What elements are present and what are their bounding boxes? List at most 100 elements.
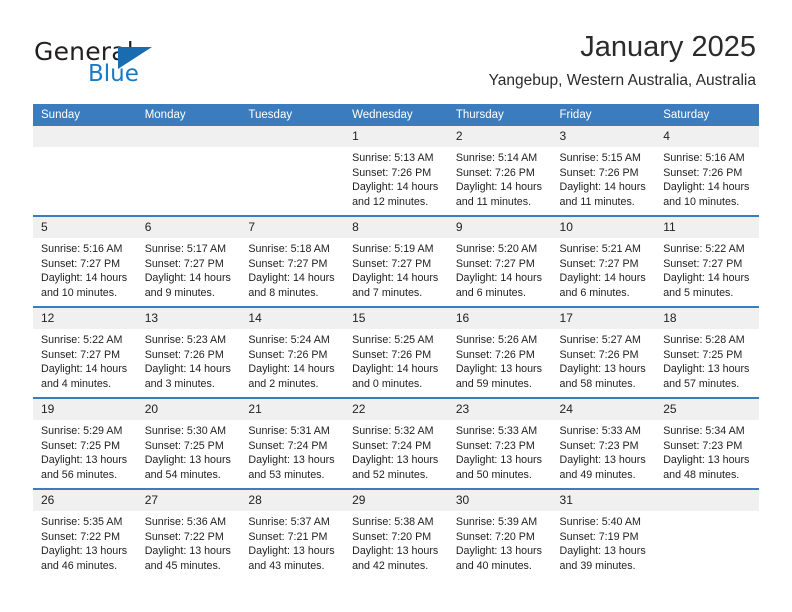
calendar-cell-day-7[interactable]: 7 Sunrise: 5:18 AM Sunset: 7:27 PM Daylight… xyxy=(240,215,345,307)
calendar-cell-day-17[interactable]: 17 Sunrise: 5:27 AM Sunset: 7:26 PM Dayligh… xyxy=(551,306,656,398)
weekday-header-friday: Friday xyxy=(551,104,656,126)
calendar-cell-day-8[interactable]: 8 Sunrise: 5:19 AM Sunset: 7:27 PM Daylight… xyxy=(344,215,448,307)
calendar-cell-day-22[interactable]: 22 Sunrise: 5:32 AM Sunset: 7:24 PM Dayligh… xyxy=(344,397,448,489)
calendar-cell-day-20[interactable]: 20 Sunrise: 5:30 AM Sunset: 7:25 PM Dayligh… xyxy=(136,397,241,489)
calendar-cell-day-28[interactable]: 28 Sunrise: 5:37 AM Sunset: 7:21 PM Dayligh… xyxy=(240,488,345,579)
sunrise-text: Sunrise: 5:36 AM xyxy=(144,516,227,528)
sunrise-text: Sunrise: 5:22 AM xyxy=(41,334,123,346)
calendar-cell-day-2[interactable]: 2 Sunrise: 5:14 AM Sunset: 7:26 PM Daylight… xyxy=(447,126,552,216)
daylight-text: Daylight: 14 hours xyxy=(352,272,439,285)
day-number: 24 xyxy=(551,399,656,420)
calendar-week-row: 26 Sunrise: 5:35 AM Sunset: 7:22 PM Dayligh… xyxy=(33,488,759,579)
daylight-text: and 3 minutes. xyxy=(144,377,215,390)
title-block: January 2025 Yangebup, Western Australia… xyxy=(489,30,756,90)
calendar-cell-day-5[interactable]: 5 Sunrise: 5:16 AM Sunset: 7:27 PM Daylight… xyxy=(33,215,137,307)
daylight-text: Daylight: 13 hours xyxy=(144,545,231,558)
sunrise-text: Sunrise: 5:37 AM xyxy=(248,516,330,528)
calendar-cell-day-26[interactable]: 26 Sunrise: 5:35 AM Sunset: 7:22 PM Dayligh… xyxy=(33,488,137,579)
day-number: 11 xyxy=(655,217,759,238)
calendar-cell-day-6[interactable]: 6 Sunrise: 5:17 AM Sunset: 7:27 PM Daylight… xyxy=(136,215,241,307)
daylight-text: and 2 minutes. xyxy=(248,377,319,390)
day-details: Sunrise: 5:36 AM Sunset: 7:22 PM Daylight:… xyxy=(137,511,241,573)
page-header: General Blue January 2025 Yangebup, West… xyxy=(0,0,792,103)
sunrise-text: Sunrise: 5:13 AM xyxy=(352,152,434,164)
daylight-text: Daylight: 14 hours xyxy=(248,272,335,285)
sunset-text: Sunset: 7:27 PM xyxy=(559,257,639,270)
calendar-table: Sunday Monday Tuesday Wednesday Thursday Frid… xyxy=(33,104,759,579)
sunrise-text: Sunrise: 5:21 AM xyxy=(559,243,641,255)
sunrise-text: Sunrise: 5:23 AM xyxy=(144,334,227,346)
sunset-text: Sunset: 7:26 PM xyxy=(559,348,639,361)
calendar-cell-day-24[interactable]: 24 Sunrise: 5:33 AM Sunset: 7:23 PM Dayligh… xyxy=(551,397,656,489)
calendar-cell-day-19[interactable]: 19 Sunrise: 5:29 AM Sunset: 7:25 PM Dayligh… xyxy=(33,397,137,489)
calendar-cell-day-9[interactable]: 9 Sunrise: 5:20 AM Sunset: 7:27 PM Daylight… xyxy=(447,215,552,307)
calendar-cell-day-29[interactable]: 29 Sunrise: 5:38 AM Sunset: 7:20 PM Dayligh… xyxy=(344,488,448,579)
sunrise-text: Sunrise: 5:33 AM xyxy=(559,425,641,437)
day-number: 23 xyxy=(447,399,552,420)
sunset-text: Sunset: 7:20 PM xyxy=(455,530,535,543)
daylight-text: Daylight: 13 hours xyxy=(352,454,439,467)
sunrise-text: Sunrise: 5:16 AM xyxy=(41,243,123,255)
sunset-text: Sunset: 7:20 PM xyxy=(352,530,432,543)
daylight-text: and 56 minutes. xyxy=(41,468,118,481)
sunrise-text: Sunrise: 5:27 AM xyxy=(559,334,641,346)
calendar-cell-day-23[interactable]: 23 Sunrise: 5:33 AM Sunset: 7:23 PM Dayligh… xyxy=(447,397,552,489)
day-number: 26 xyxy=(33,490,137,511)
sunrise-text: Sunrise: 5:18 AM xyxy=(248,243,330,255)
calendar-cell-day-3[interactable]: 3 Sunrise: 5:15 AM Sunset: 7:26 PM Daylight… xyxy=(551,126,656,216)
calendar-cell-day-30[interactable]: 30 Sunrise: 5:39 AM Sunset: 7:20 PM Dayligh… xyxy=(447,488,552,579)
calendar-cell-day-4[interactable]: 4 Sunrise: 5:16 AM Sunset: 7:26 PM Daylight… xyxy=(655,126,759,216)
sunset-text: Sunset: 7:27 PM xyxy=(144,257,224,270)
calendar-cell-day-21[interactable]: 21 Sunrise: 5:31 AM Sunset: 7:24 PM Dayligh… xyxy=(240,397,345,489)
day-details: Sunrise: 5:19 AM Sunset: 7:27 PM Daylight:… xyxy=(344,238,448,300)
calendar-cell-empty xyxy=(655,488,759,579)
weekday-header-tuesday: Tuesday xyxy=(240,104,345,126)
daylight-text: and 11 minutes. xyxy=(455,195,532,208)
calendar-cell-day-1[interactable]: 1 Sunrise: 5:13 AM Sunset: 7:26 PM Daylight… xyxy=(344,126,448,216)
calendar-cell-day-27[interactable]: 27 Sunrise: 5:36 AM Sunset: 7:22 PM Dayligh… xyxy=(136,488,241,579)
day-details: Sunrise: 5:22 AM Sunset: 7:27 PM Daylight:… xyxy=(33,329,137,391)
daylight-text: Daylight: 14 hours xyxy=(144,272,231,285)
daylight-text: Daylight: 14 hours xyxy=(663,181,750,194)
sunset-text: Sunset: 7:27 PM xyxy=(248,257,328,270)
calendar-cell-day-25[interactable]: 25 Sunrise: 5:34 AM Sunset: 7:23 PM Dayligh… xyxy=(655,397,759,489)
sunset-text: Sunset: 7:27 PM xyxy=(663,257,743,270)
sunset-text: Sunset: 7:25 PM xyxy=(663,348,743,361)
daylight-text: and 57 minutes. xyxy=(663,377,740,390)
calendar-cell-day-11[interactable]: 11 Sunrise: 5:22 AM Sunset: 7:27 PM Dayligh… xyxy=(655,215,759,307)
daylight-text: Daylight: 13 hours xyxy=(559,363,646,376)
day-details: Sunrise: 5:33 AM Sunset: 7:23 PM Daylight:… xyxy=(552,420,656,482)
sunrise-text: Sunrise: 5:17 AM xyxy=(144,243,227,255)
daylight-text: Daylight: 13 hours xyxy=(559,545,646,558)
day-details: Sunrise: 5:32 AM Sunset: 7:24 PM Daylight:… xyxy=(344,420,448,482)
page-subtitle: Yangebup, Western Australia, Australia xyxy=(488,72,756,89)
day-number: 9 xyxy=(447,217,552,238)
sunrise-text: Sunrise: 5:19 AM xyxy=(352,243,434,255)
sunset-text: Sunset: 7:26 PM xyxy=(455,348,535,361)
sunrise-text: Sunrise: 5:22 AM xyxy=(663,243,745,255)
day-details: Sunrise: 5:30 AM Sunset: 7:25 PM Daylight:… xyxy=(137,420,241,482)
calendar-cell-day-14[interactable]: 14 Sunrise: 5:24 AM Sunset: 7:26 PM Dayligh… xyxy=(240,306,345,398)
calendar-cell-day-16[interactable]: 16 Sunrise: 5:26 AM Sunset: 7:26 PM Dayligh… xyxy=(447,306,552,398)
daylight-text: and 12 minutes. xyxy=(352,195,429,208)
weekday-header-thursday: Thursday xyxy=(447,104,552,126)
page-title: January 2025 xyxy=(580,31,756,63)
day-number: 12 xyxy=(33,308,137,329)
calendar-cell-day-13[interactable]: 13 Sunrise: 5:23 AM Sunset: 7:26 PM Dayligh… xyxy=(136,306,241,398)
daylight-text: and 8 minutes. xyxy=(248,286,319,299)
calendar-cell-day-12[interactable]: 12 Sunrise: 5:22 AM Sunset: 7:27 PM Dayligh… xyxy=(33,306,137,398)
calendar-cell-day-31[interactable]: 31 Sunrise: 5:40 AM Sunset: 7:19 PM Dayligh… xyxy=(551,488,656,579)
day-number: 19 xyxy=(33,399,137,420)
calendar-cell-day-15[interactable]: 15 Sunrise: 5:25 AM Sunset: 7:26 PM Dayligh… xyxy=(344,306,448,398)
sunset-text: Sunset: 7:23 PM xyxy=(455,439,535,452)
daylight-text: and 53 minutes. xyxy=(248,468,325,481)
weekday-header-saturday: Saturday xyxy=(655,104,759,126)
daylight-text: and 40 minutes. xyxy=(455,559,532,572)
sunset-text: Sunset: 7:21 PM xyxy=(248,530,328,543)
daylight-text: and 6 minutes. xyxy=(559,286,630,299)
calendar-cell-day-10[interactable]: 10 Sunrise: 5:21 AM Sunset: 7:27 PM Dayligh… xyxy=(551,215,656,307)
calendar-cell-day-18[interactable]: 18 Sunrise: 5:28 AM Sunset: 7:25 PM Dayligh… xyxy=(655,306,759,398)
sunset-text: Sunset: 7:19 PM xyxy=(559,530,639,543)
weekday-header-monday: Monday xyxy=(136,104,241,126)
general-blue-logo[interactable]: General Blue xyxy=(34,37,214,87)
